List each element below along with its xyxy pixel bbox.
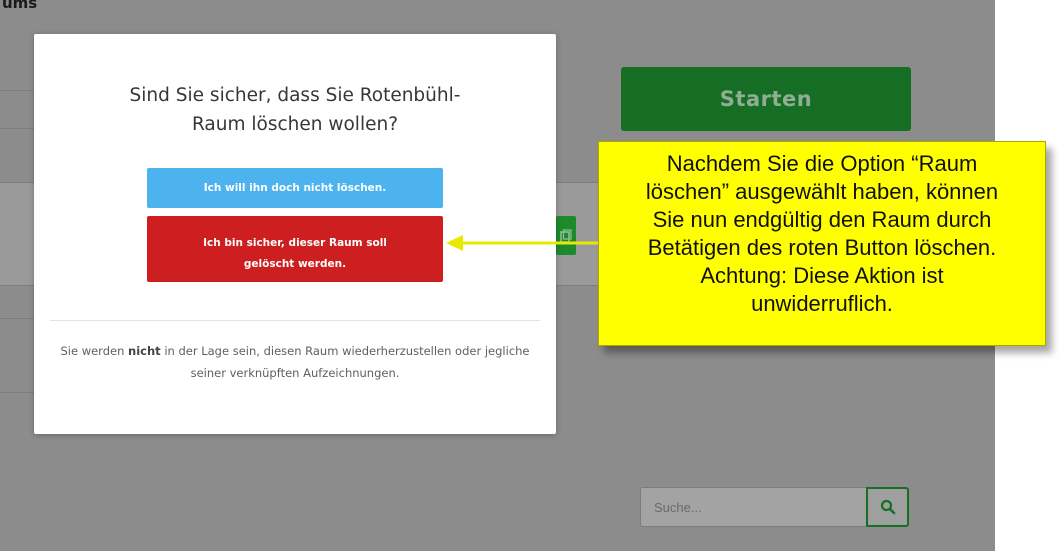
callout-line: Nachdem Sie die Option “Raum [666, 151, 978, 176]
warning-text-emphasis: nicht [128, 344, 161, 358]
cancel-delete-button[interactable]: Ich will ihn doch nicht löschen. [147, 168, 443, 208]
callout-line: Achtung: Diese Aktion ist [700, 263, 944, 288]
copy-room-link-button[interactable] [556, 216, 576, 255]
background-divider [0, 90, 34, 91]
dialog-title: Sind Sie sicher, dass Sie Rotenbühl- Rau… [74, 81, 516, 139]
instruction-callout: Nachdem Sie die Option “Raum löschen” au… [598, 141, 1046, 346]
screenshot-stage: ums Starten Suche... Sind Sie sicher, da… [0, 0, 1059, 551]
search-icon [880, 499, 895, 515]
dialog-title-line: Sind Sie sicher, dass Sie Rotenbühl- [129, 85, 461, 106]
dialog-warning-text: Sie werden nicht in der Lage sein, diese… [54, 340, 536, 384]
start-button[interactable]: Starten [621, 67, 911, 131]
warning-text-end: in der Lage sein, diesen Raum wiederherz… [160, 344, 530, 380]
page-heading-fragment: ums [2, 0, 38, 12]
search-input[interactable]: Suche... [640, 487, 868, 527]
background-divider [0, 318, 34, 319]
callout-line: unwiderruflich. [751, 291, 893, 316]
dialog-divider [50, 320, 540, 321]
callout-line: löschen” ausgewählt haben, können [645, 179, 999, 204]
search-button[interactable] [866, 487, 909, 527]
dialog-title-line: Raum löschen wollen? [191, 114, 399, 135]
background-divider [0, 392, 34, 393]
warning-text-start: Sie werden [60, 344, 129, 358]
delete-room-dialog: Sind Sie sicher, dass Sie Rotenbühl- Rau… [34, 34, 556, 434]
callout-line: Betätigen des roten Button löschen. [647, 235, 997, 260]
copy-icon [560, 228, 572, 243]
confirm-delete-button[interactable]: Ich bin sicher, dieser Raum soll gelösch… [147, 216, 443, 282]
background-divider [0, 128, 34, 129]
callout-line: Sie nun endgültig den Raum durch [652, 207, 992, 232]
